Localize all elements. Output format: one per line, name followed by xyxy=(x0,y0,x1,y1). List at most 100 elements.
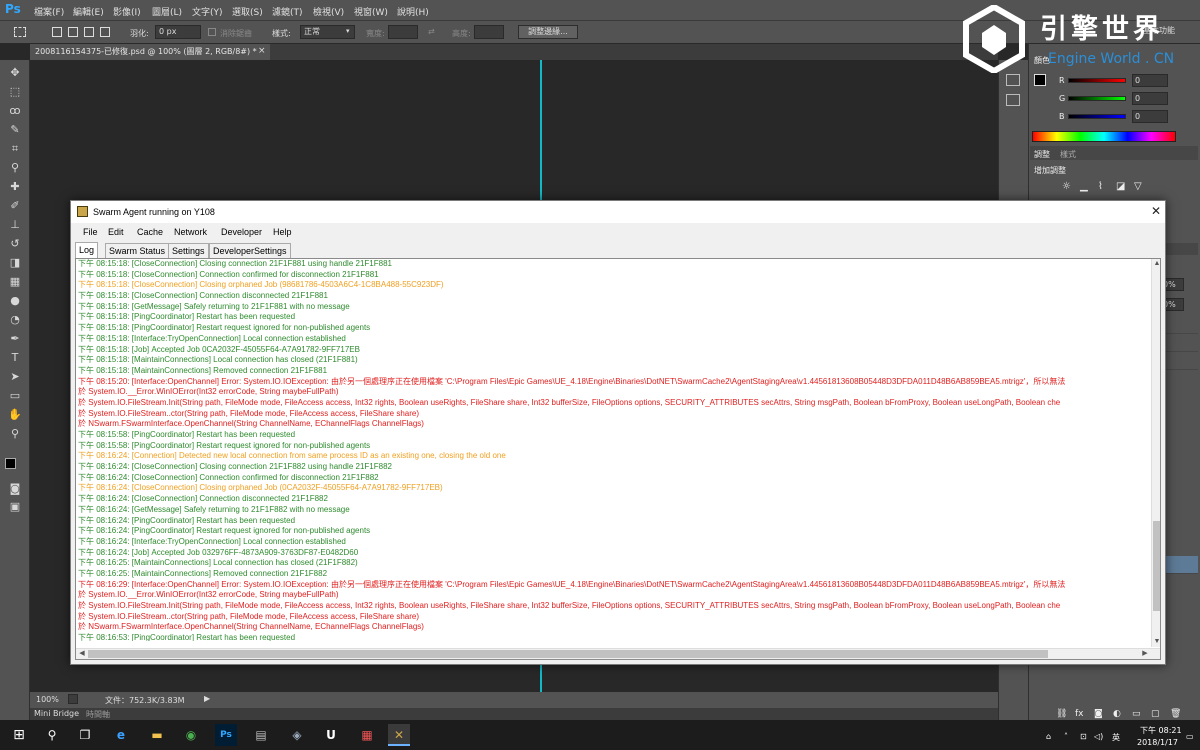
tab-adjustments[interactable]: 調整 xyxy=(1034,149,1050,160)
r-slider[interactable] xyxy=(1068,78,1126,83)
horizontal-scrollbar[interactable]: ◀ ▶ xyxy=(76,648,1160,659)
menu-view[interactable]: 檢視(V) xyxy=(313,5,344,18)
lasso-tool-icon[interactable]: ꝏ xyxy=(7,104,23,118)
tab-timeline[interactable]: 時間軸 xyxy=(86,709,110,720)
scroll-down-icon[interactable]: ▼ xyxy=(1152,637,1160,647)
new-selection-icon[interactable] xyxy=(52,27,62,37)
clock-time[interactable]: 下午 08:21 xyxy=(1140,725,1182,736)
horizontal-scroll-thumb[interactable] xyxy=(88,650,1048,658)
language-indicator[interactable]: 英 xyxy=(1112,732,1120,743)
color-spectrum-bar[interactable] xyxy=(1032,131,1176,142)
menu-swarm-file[interactable]: File xyxy=(83,227,98,237)
menu-select[interactable]: 選取(S) xyxy=(232,5,263,18)
quick-select-tool-icon[interactable]: ✎ xyxy=(7,123,23,137)
menu-swarm-edit[interactable]: Edit xyxy=(108,227,124,237)
tab-settings[interactable]: Settings xyxy=(168,243,209,258)
document-tab[interactable]: 20081161543​75-已修復.psd @ 100% (圖層 2, RGB… xyxy=(30,44,270,60)
menu-swarm-cache[interactable]: Cache xyxy=(137,227,163,237)
crop-tool-icon[interactable]: ⌗ xyxy=(7,142,23,156)
task-view-icon[interactable]: ❐ xyxy=(74,724,96,746)
photoshop-taskbar-icon[interactable]: Ps xyxy=(215,724,237,746)
scroll-left-icon[interactable]: ◀ xyxy=(77,649,87,659)
antialias-checkbox[interactable] xyxy=(208,28,216,36)
feather-input[interactable]: 0 px xyxy=(155,25,201,39)
swarm-agent-taskbar-icon[interactable]: ✕ xyxy=(388,724,410,746)
menu-edit[interactable]: 編輯(E) xyxy=(73,5,104,18)
export-icon[interactable] xyxy=(68,694,78,704)
menu-layer[interactable]: 圖層(L) xyxy=(152,5,182,18)
eyedropper-tool-icon[interactable]: ⚲ xyxy=(7,161,23,175)
link-layers-icon[interactable]: ⛓ xyxy=(1056,709,1067,719)
network-app-icon[interactable]: ◈ xyxy=(286,724,308,746)
healing-brush-tool-icon[interactable]: ✚ xyxy=(7,180,23,194)
foreground-color-swatch[interactable] xyxy=(5,458,16,469)
subtract-selection-icon[interactable] xyxy=(84,27,94,37)
unreal-engine-icon[interactable]: U xyxy=(320,724,342,746)
zoom-level[interactable]: 100% xyxy=(36,695,59,704)
chrome-icon[interactable]: ◉ xyxy=(180,724,202,746)
menu-filter[interactable]: 濾鏡(T) xyxy=(272,5,303,18)
tab-styles[interactable]: 樣式 xyxy=(1060,149,1076,160)
file-explorer-icon[interactable]: ▬ xyxy=(146,724,168,746)
menu-file[interactable]: 檔案(F) xyxy=(34,5,64,18)
menu-swarm-help[interactable]: Help xyxy=(273,227,292,237)
history-brush-tool-icon[interactable]: ↺ xyxy=(7,237,23,251)
move-tool-icon[interactable]: ✥ xyxy=(7,66,23,80)
clone-stamp-tool-icon[interactable]: ⊥ xyxy=(7,218,23,232)
levels-icon[interactable]: ▁ xyxy=(1080,181,1088,192)
rect-marquee-tool-icon[interactable]: ⬚ xyxy=(7,85,23,99)
status-menu-arrow-icon[interactable]: ▶ xyxy=(204,694,210,703)
scroll-right-icon[interactable]: ▶ xyxy=(1140,649,1150,659)
intersect-selection-icon[interactable] xyxy=(100,27,110,37)
trash-icon[interactable]: 🗑 xyxy=(1170,709,1181,719)
shape-tool-icon[interactable]: ▭ xyxy=(7,389,23,403)
menu-type[interactable]: 文字(Y) xyxy=(192,5,223,18)
tray-chevron-icon[interactable]: ˄ xyxy=(1064,732,1068,741)
volume-icon[interactable]: ◁) xyxy=(1094,732,1103,741)
clock-date[interactable]: 2018/1/17 xyxy=(1137,738,1178,747)
curves-icon[interactable]: ⌇ xyxy=(1098,181,1103,192)
eraser-tool-icon[interactable]: ◨ xyxy=(7,256,23,270)
notifications-icon[interactable]: ▭ xyxy=(1186,732,1194,741)
scroll-up-icon[interactable]: ▲ xyxy=(1152,259,1160,269)
windows-start-icon[interactable]: ⊞ xyxy=(8,724,30,746)
tray-people-icon[interactable]: ⌂ xyxy=(1046,732,1051,741)
menu-window[interactable]: 視窗(W) xyxy=(354,5,388,18)
refine-edge-button[interactable]: 調整邊緣... xyxy=(518,25,578,39)
brush-tool-icon[interactable]: ✐ xyxy=(7,199,23,213)
tab-developer-settings[interactable]: DeveloperSettings xyxy=(209,243,291,258)
blur-tool-icon[interactable]: ● xyxy=(7,294,23,308)
new-layer-icon[interactable]: ▢ xyxy=(1151,709,1160,719)
close-tab-icon[interactable]: × xyxy=(258,46,266,56)
path-select-tool-icon[interactable]: ➤ xyxy=(7,370,23,384)
edge-browser-icon[interactable]: e xyxy=(110,724,132,746)
close-icon[interactable]: ✕ xyxy=(1149,204,1163,218)
screen-mode-icon[interactable]: ▣ xyxy=(7,500,23,514)
hand-tool-icon[interactable]: ✋ xyxy=(7,408,23,422)
menu-swarm-developer[interactable]: Developer xyxy=(221,227,262,237)
gradient-tool-icon[interactable]: ▦ xyxy=(7,275,23,289)
menu-swarm-network[interactable]: Network xyxy=(174,227,207,237)
vertical-scroll-thumb[interactable] xyxy=(1153,521,1160,611)
g-value-input[interactable]: 0 xyxy=(1132,92,1168,105)
menu-image[interactable]: 影像(I) xyxy=(113,5,141,18)
search-icon[interactable]: ⚲ xyxy=(41,724,63,746)
tab-log[interactable]: Log xyxy=(75,242,99,258)
app-taskbar-icon[interactable]: ▤ xyxy=(250,724,272,746)
network-icon[interactable]: ⊡ xyxy=(1080,732,1087,741)
dodge-tool-icon[interactable]: ◔ xyxy=(7,313,23,327)
height-input[interactable] xyxy=(474,25,504,39)
layer-mask-icon[interactable]: ◙ xyxy=(1094,709,1103,719)
layer-fx-icon[interactable]: fx xyxy=(1075,709,1084,719)
color-foreground-swatch[interactable] xyxy=(1034,74,1046,86)
app-taskbar-icon-2[interactable]: ▦ xyxy=(356,724,378,746)
swap-icon[interactable]: ⇄ xyxy=(428,27,435,36)
tab-swarm-status[interactable]: Swarm Status xyxy=(105,243,170,258)
vibrance-icon[interactable]: ▽ xyxy=(1134,181,1142,192)
adjustment-layer-icon[interactable]: ◐ xyxy=(1113,709,1121,719)
window-titlebar[interactable] xyxy=(71,201,1165,223)
g-slider[interactable] xyxy=(1068,96,1126,101)
pen-tool-icon[interactable]: ✒ xyxy=(7,332,23,346)
exposure-icon[interactable]: ◪ xyxy=(1116,181,1125,192)
type-tool-icon[interactable]: T xyxy=(7,351,23,365)
